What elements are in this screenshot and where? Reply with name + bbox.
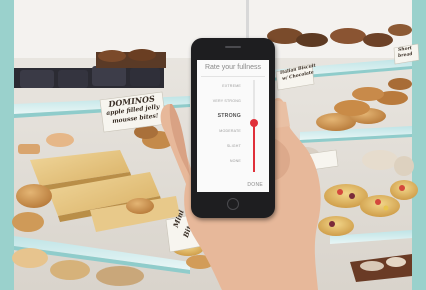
smartphone: Rate your fullness EXTREME VERY STRONG STR… bbox=[191, 38, 275, 218]
level-option-very-strong[interactable]: VERY STRONG bbox=[213, 99, 241, 103]
level-option-moderate[interactable]: MODERATE bbox=[219, 129, 241, 133]
level-option-slight[interactable]: SLIGHT bbox=[227, 144, 241, 148]
fullness-slider-knob[interactable] bbox=[250, 119, 258, 128]
level-option-none[interactable]: NONE bbox=[230, 159, 241, 163]
phone-speaker bbox=[225, 46, 241, 48]
level-option-strong[interactable]: STRONG bbox=[218, 113, 241, 119]
bakery-photo-scene: DOMINOS apple filled jelly mousse bites!… bbox=[0, 0, 426, 290]
fullness-rating-app-screen: Rate your fullness EXTREME VERY STRONG STR… bbox=[197, 60, 269, 192]
done-button[interactable]: DONE bbox=[247, 182, 263, 188]
level-option-extreme[interactable]: EXTREME bbox=[222, 84, 241, 88]
title-divider bbox=[201, 76, 265, 77]
fullness-slider-fill bbox=[253, 123, 255, 172]
app-title: Rate your fullness bbox=[204, 64, 262, 71]
home-button[interactable] bbox=[227, 198, 239, 210]
